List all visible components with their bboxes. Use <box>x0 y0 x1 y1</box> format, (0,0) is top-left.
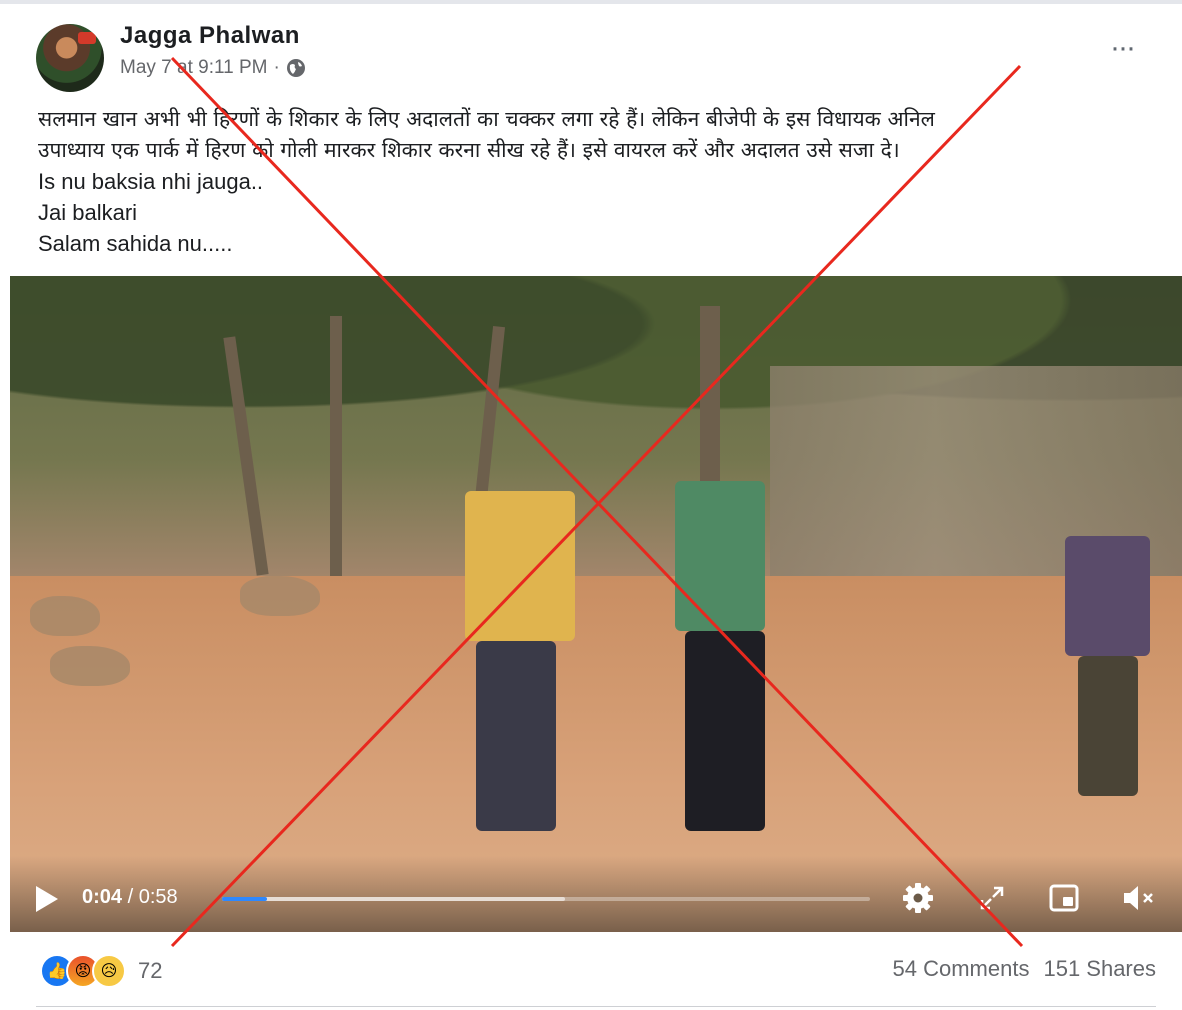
sad-icon: 😥 <box>92 954 126 988</box>
video-frame-deer <box>30 596 100 636</box>
author-avatar[interactable] <box>36 24 104 92</box>
video-frame-person <box>465 491 575 641</box>
video-frame-person <box>476 641 556 831</box>
play-icon[interactable] <box>36 886 58 912</box>
settings-gear-icon[interactable] <box>900 880 936 916</box>
post-text-line: Salam sahida nu..... <box>38 231 233 256</box>
reaction-count: 72 <box>138 958 163 983</box>
shares-count[interactable]: 151 Shares <box>1043 956 1156 982</box>
post-date[interactable]: May 7 at 9:11 PM <box>120 57 268 79</box>
avatar-detail <box>78 32 96 44</box>
duration: 0:58 <box>138 886 178 908</box>
current-time: 0:04 <box>82 886 123 908</box>
progress-bar[interactable] <box>222 897 870 901</box>
video-frame-person <box>685 631 765 831</box>
post-text-line: सलमान खान अभी भी हिरणों के शिकार के लिए … <box>38 107 935 131</box>
video-player[interactable]: 0:04 / 0:58 <box>10 276 1182 932</box>
volume-muted-icon[interactable] <box>1120 880 1156 916</box>
video-time: 0:04 / 0:58 <box>82 886 178 909</box>
post-meta: May 7 at 9:11 PM · <box>120 57 306 79</box>
post-text-line: उपाध्याय एक पार्क में हिरण को गोली मारकर… <box>38 138 900 162</box>
engagement-stats: 54 Comments 151 Shares <box>893 956 1156 982</box>
video-frame-person <box>1078 656 1138 796</box>
time-separator: / <box>127 886 134 908</box>
video-controls: 0:04 / 0:58 <box>10 856 1182 932</box>
post-text-line: Is nu baksia nhi jauga.. <box>38 169 264 194</box>
footer-divider <box>36 1006 1156 1007</box>
video-frame-trunk <box>330 316 342 586</box>
fullscreen-icon[interactable] <box>974 880 1010 916</box>
video-frame-person <box>675 481 765 631</box>
progress-fill <box>222 897 267 901</box>
picture-in-picture-icon[interactable] <box>1046 880 1082 916</box>
video-frame-deer <box>50 646 130 686</box>
reactions-summary[interactable]: 👍 😡 😥 72 <box>40 954 162 988</box>
author-name[interactable]: Jagga Phalwan <box>120 22 300 50</box>
video-frame-person <box>1065 536 1150 656</box>
more-options-icon[interactable]: ··· <box>1110 33 1136 63</box>
post-text: सलमान खान अभी भी हिरणों के शिकार के लिए … <box>38 104 1158 259</box>
progress-buffered <box>222 897 566 901</box>
meta-separator: · <box>273 57 280 78</box>
post-text-line: Jai balkari <box>38 200 138 225</box>
comments-count[interactable]: 54 Comments <box>893 956 1030 982</box>
globe-icon[interactable] <box>286 58 306 78</box>
video-frame-deer <box>240 576 320 616</box>
